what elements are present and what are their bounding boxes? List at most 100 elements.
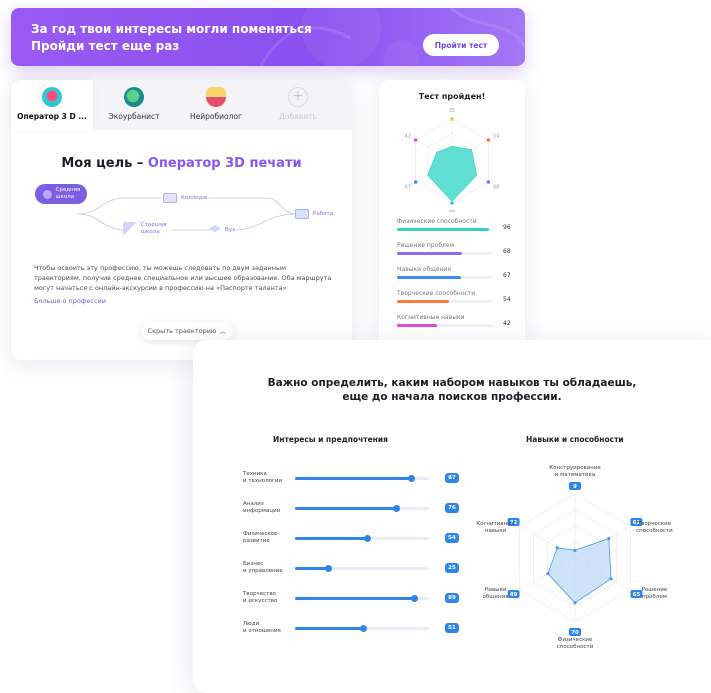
skills-radar-chart: 9Конструированиеи математика61Творческие…: [476, 465, 673, 650]
school-icon: [42, 189, 52, 199]
skill-bar: [397, 300, 493, 303]
radar-value-label: 42: [405, 134, 411, 140]
interest-slider-fill: [295, 567, 329, 570]
trajectory-connectors: [76, 197, 297, 231]
skill-label: Решение проблем: [397, 242, 455, 249]
node-middle-school[interactable]: Средняя школа: [35, 184, 87, 204]
take-test-button[interactable]: Пройти тест: [423, 34, 499, 56]
skill-label: Творческие способности: [397, 290, 476, 297]
radar-badge-value: 49: [510, 592, 518, 598]
radar-badge-value: 65: [633, 592, 641, 598]
test-radar-chart: 35 54 68 96 67 42: [405, 108, 499, 212]
interest-row: Физическое развитие 54: [243, 531, 459, 555]
radar-point: [546, 572, 550, 576]
interest-slider[interactable]: [295, 595, 429, 602]
interest-label-line-2: и отношения: [243, 628, 281, 634]
interest-label: Техника и технологии: [243, 471, 293, 485]
radar-value-label: 68: [493, 185, 499, 191]
radar-axis-label: Когнитивные: [476, 521, 515, 527]
skill-value: 42: [503, 320, 511, 327]
radar-point: [413, 138, 418, 142]
more-about-profession-link[interactable]: Больше о профессии: [34, 297, 106, 305]
radar-axis-label: проблем: [642, 594, 667, 600]
skill-row: Когнитивные навыки 42: [397, 314, 517, 334]
skill-bar-fill: [397, 324, 438, 327]
interest-label: Анализ информации: [243, 501, 293, 515]
radar-value-label: 67: [405, 185, 411, 191]
skills-overview-card: Важно определить, каким набором навыков …: [193, 340, 711, 693]
radar-point: [609, 577, 613, 581]
skill-label: Когнитивные навыки: [397, 314, 465, 321]
radar-axis-label: способности: [636, 528, 673, 534]
skill-value: 96: [503, 224, 511, 231]
radar-value-label: 54: [493, 134, 499, 140]
radar-value-label: 96: [449, 210, 455, 212]
interest-slider[interactable]: [295, 535, 429, 542]
ruler-icon: [123, 222, 137, 236]
radar-point: [450, 117, 454, 121]
skill-bar: [397, 276, 493, 279]
radar-axis-label: навыки: [485, 528, 507, 534]
skill-row: Физические способности 96: [397, 218, 517, 238]
radar-badge-value: 70: [571, 630, 579, 636]
radar-point: [573, 601, 577, 605]
interest-label-line-2: и управление: [243, 568, 283, 574]
interest-slider-handle[interactable]: [363, 535, 371, 542]
skill-bar: [397, 324, 493, 327]
skill-bar-fill: [397, 276, 462, 279]
interest-label-line-2: и искусство: [243, 598, 278, 604]
hide-trajectory-button[interactable]: Скрыть траекторию ︿: [141, 322, 233, 340]
interest-row: Люди и отношения 51: [243, 621, 459, 645]
radar-axis-label: общения: [483, 594, 509, 600]
radar-point: [413, 180, 418, 184]
node-senior-school[interactable]: Старшая школа: [123, 222, 167, 236]
test-title: Тест пройден!: [418, 92, 486, 101]
node-work[interactable]: Работа: [295, 209, 333, 219]
interest-label: Физическое развитие: [243, 531, 293, 545]
radar-point: [555, 546, 559, 550]
interest-slider-handle[interactable]: [359, 625, 367, 632]
interest-label-line-2: развитие: [243, 538, 270, 544]
interest-slider-handle[interactable]: [393, 505, 401, 512]
radar-axis-label: Конструирование: [549, 465, 601, 471]
interest-label-line-1: Творчество: [243, 591, 276, 597]
interest-slider[interactable]: [295, 505, 429, 512]
interest-row: Бизнес и управление 25: [243, 561, 459, 585]
skill-row: Навыки общения 67: [397, 266, 517, 286]
interests-title: Интересы и предпочтения: [273, 435, 388, 444]
interest-label-line-1: Бизнес: [243, 561, 264, 567]
radar-axis-label: Творческие: [637, 521, 672, 527]
node-label: Вуз: [225, 226, 235, 233]
node-college[interactable]: Колледж: [163, 193, 207, 203]
skill-row: Решение проблем 68: [397, 242, 517, 262]
interest-slider-handle[interactable]: [325, 565, 332, 572]
node-university[interactable]: Вуз: [209, 225, 235, 234]
interest-slider-fill: [295, 537, 368, 540]
radar-point: [486, 180, 491, 184]
banner-line-2: Пройди тест еще раз: [31, 39, 180, 53]
interest-slider-fill: [295, 507, 397, 510]
interest-label-line-1: Анализ: [243, 501, 264, 507]
radar-point: [607, 536, 611, 541]
interest-label-line-2: и технологии: [243, 478, 283, 484]
radar-axis-label: способности: [557, 644, 594, 650]
test-result-card: Тест пройден! 35 54 68 96 67 42 Физические сп…: [379, 80, 525, 350]
radar-point: [450, 201, 454, 205]
interest-row: Анализ информации 76: [243, 501, 459, 525]
skill-bar-fill: [397, 300, 449, 303]
interest-slider[interactable]: [295, 625, 429, 632]
interest-slider[interactable]: [295, 475, 429, 482]
interest-label-line-1: Люди: [243, 621, 260, 627]
skills-headline: Важно определить, каким набором навыков …: [193, 376, 711, 404]
interest-slider-handle[interactable]: [410, 595, 418, 602]
skill-bar: [397, 252, 493, 255]
node-label: Колледж: [181, 195, 208, 201]
banner-text: За год твои интересы могли поменяться Пр…: [31, 21, 312, 55]
skill-bar-fill: [397, 252, 463, 255]
interest-slider[interactable]: [295, 565, 429, 572]
book-icon: [163, 193, 177, 203]
interest-row: Техника и технологии 87: [243, 471, 459, 495]
retake-test-banner: За год твои интересы могли поменяться Пр…: [11, 8, 525, 66]
monitor-icon: [295, 209, 309, 219]
interest-slider-handle[interactable]: [408, 475, 416, 482]
